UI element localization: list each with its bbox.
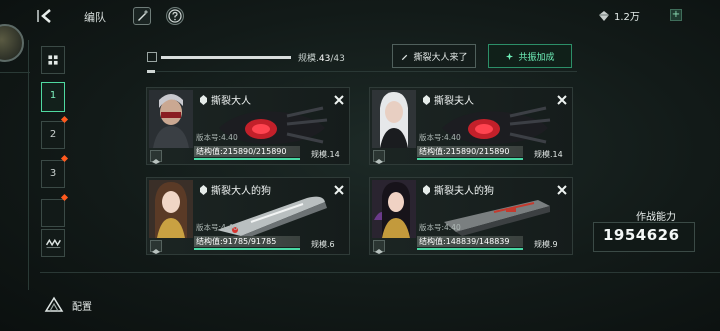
captain-badge [373,240,385,254]
scale-track [161,56,291,59]
ship-type-icon [423,94,430,105]
close-icon [557,95,567,105]
ship-hp: 结构值:91785/91785 [194,236,300,247]
formation-icon [45,238,61,249]
frame-line-left-top [0,72,30,73]
ship-scale: 规模.14 [311,150,340,159]
ship-hp-bar [417,158,523,160]
resonance-button-label: 共振加成 [518,52,555,63]
ship-config-icon [44,296,64,312]
remove-ship-button[interactable] [333,91,345,105]
ship-hp-bar [417,248,523,250]
scale-label: 规模. [298,54,319,64]
resonance-button[interactable]: 共振加成 [488,44,572,68]
preset-button-label: 撕裂大人来了 [413,52,468,63]
ship-version: 版本号:4.40 [196,223,238,232]
ship-card[interactable]: 撕裂大人 版本号:4.40 结构值:215890/215890 规模.14 [146,87,350,165]
ship-scale: 规模.14 [534,150,563,159]
ship-version: 版本号:4.40 [419,223,461,232]
ship-hp: 结构值:148839/148839 [417,236,523,247]
edit-icon [402,54,408,60]
captain-portrait [149,180,193,238]
remove-ship-button[interactable] [556,181,568,195]
fleet-tab-3[interactable]: 3 [41,160,65,188]
combat-power-label: 作战能力 [636,212,676,223]
config-button[interactable]: 配置 [44,295,92,315]
captain-badge [150,150,162,164]
ship-scale: 规模.9 [534,240,558,249]
add-currency-button[interactable]: + [670,9,682,21]
skin-button[interactable] [133,7,151,25]
divider [147,71,577,72]
fleet-tab-1[interactable]: 1 [41,82,65,112]
ship-scale: 规模.6 [311,240,335,249]
fleet-tab-4[interactable] [41,199,65,227]
captain-portrait [149,90,193,148]
ship-card[interactable]: 撕裂夫人的狗 版本号:4.40 结构值:148839/148839 规模.9 [369,177,573,255]
back-chevron-icon [37,9,51,23]
ship-version: 版本号:4.40 [419,133,461,142]
question-icon [168,9,182,23]
close-icon [557,185,567,195]
grid-icon [48,55,58,65]
captain-portrait [372,90,416,148]
frame-line-left [28,40,29,290]
ship-card[interactable]: 撕裂大人的狗 版本号:4.40 结构值:91785/91785 规模.6 [146,177,350,255]
captain-portrait [372,180,416,238]
remove-ship-button[interactable] [556,91,568,105]
captain-badge [150,240,162,254]
close-icon [334,95,344,105]
scale-current: 43 [318,54,331,64]
scale-fill [161,56,291,59]
remove-ship-button[interactable] [333,181,345,195]
currency-value: 1.2万 [614,12,640,23]
fleet-scale: 规模.43/43 [147,50,347,64]
scale-icon [147,52,157,62]
grid-view-button[interactable] [41,46,65,74]
ship-type-icon [200,94,207,105]
scale-max: /43 [330,54,345,64]
fleet-tab-2[interactable]: 2 [41,121,65,149]
page-title: 编队 [84,11,106,24]
pen-icon [138,10,148,21]
config-label: 配置 [72,301,92,313]
preset-button[interactable]: 撕裂大人来了 [392,44,476,68]
bottom-divider [40,272,720,273]
background [0,0,720,331]
ship-card[interactable]: 撕裂夫人 版本号:4.40 结构值:215890/215890 规模.14 [369,87,573,165]
ship-hp: 结构值:215890/215890 [194,146,300,157]
ship-type-icon [423,184,430,195]
resonance-icon [506,52,514,60]
gem-icon [599,10,609,21]
wing-icon [152,159,160,164]
currency-display: 1.2万 [598,8,640,23]
ship-version: 版本号:4.40 [196,133,238,142]
formation-button[interactable] [41,229,65,257]
ship-hp-bar [194,248,300,250]
scale-text: 规模.43/43 [298,51,345,64]
top-bar: 编队 1.2万 + [0,0,720,32]
ship-hp: 结构值:215890/215890 [417,146,523,157]
wing-icon [152,249,160,254]
ship-type-icon [200,184,207,195]
combat-power-value: 1954626 [603,226,680,244]
divider-marker [147,70,155,73]
wing-icon [375,159,383,164]
ship-hp-bar [194,158,300,160]
back-button[interactable] [36,7,56,25]
close-icon [334,185,344,195]
wing-icon [375,249,383,254]
help-button[interactable] [166,7,184,25]
captain-badge [373,150,385,164]
